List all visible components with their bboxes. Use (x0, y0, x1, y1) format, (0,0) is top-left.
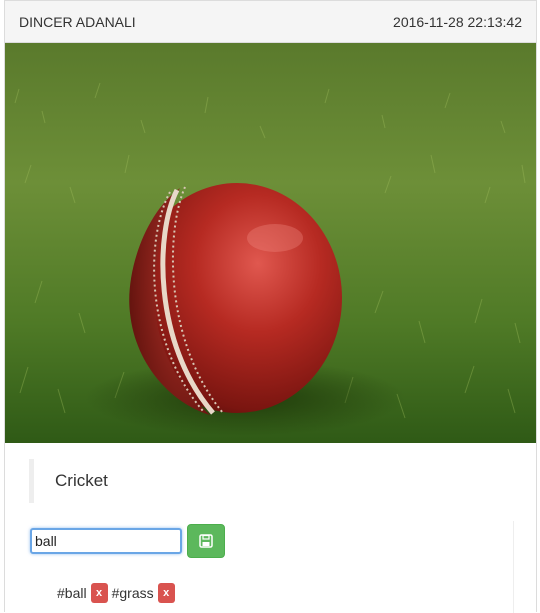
remove-tag-button[interactable]: x (90, 583, 108, 603)
post-card: DINCER ADANALI 2016-11-28 22:13:42 Crick… (4, 0, 537, 613)
tag-input[interactable] (30, 528, 182, 554)
tag-item: #ball x (57, 583, 108, 603)
post-header: DINCER ADANALI 2016-11-28 22:13:42 (5, 1, 536, 43)
post-title: Cricket (55, 471, 108, 490)
author-name: DINCER ADANALI (19, 13, 136, 30)
floppy-disk-icon (199, 534, 213, 548)
remove-tag-button[interactable]: x (157, 583, 175, 603)
divider (513, 521, 514, 613)
tag-list: #ball x #grass x (57, 583, 179, 603)
tag-label: #grass (111, 585, 154, 601)
tag-item: #grass x (112, 583, 175, 603)
tag-label: #ball (57, 585, 87, 601)
save-tag-button[interactable] (187, 524, 225, 558)
post-image (5, 43, 536, 443)
post-timestamp: 2016-11-28 22:13:42 (393, 13, 522, 30)
post-title-quote: Cricket (29, 459, 329, 503)
